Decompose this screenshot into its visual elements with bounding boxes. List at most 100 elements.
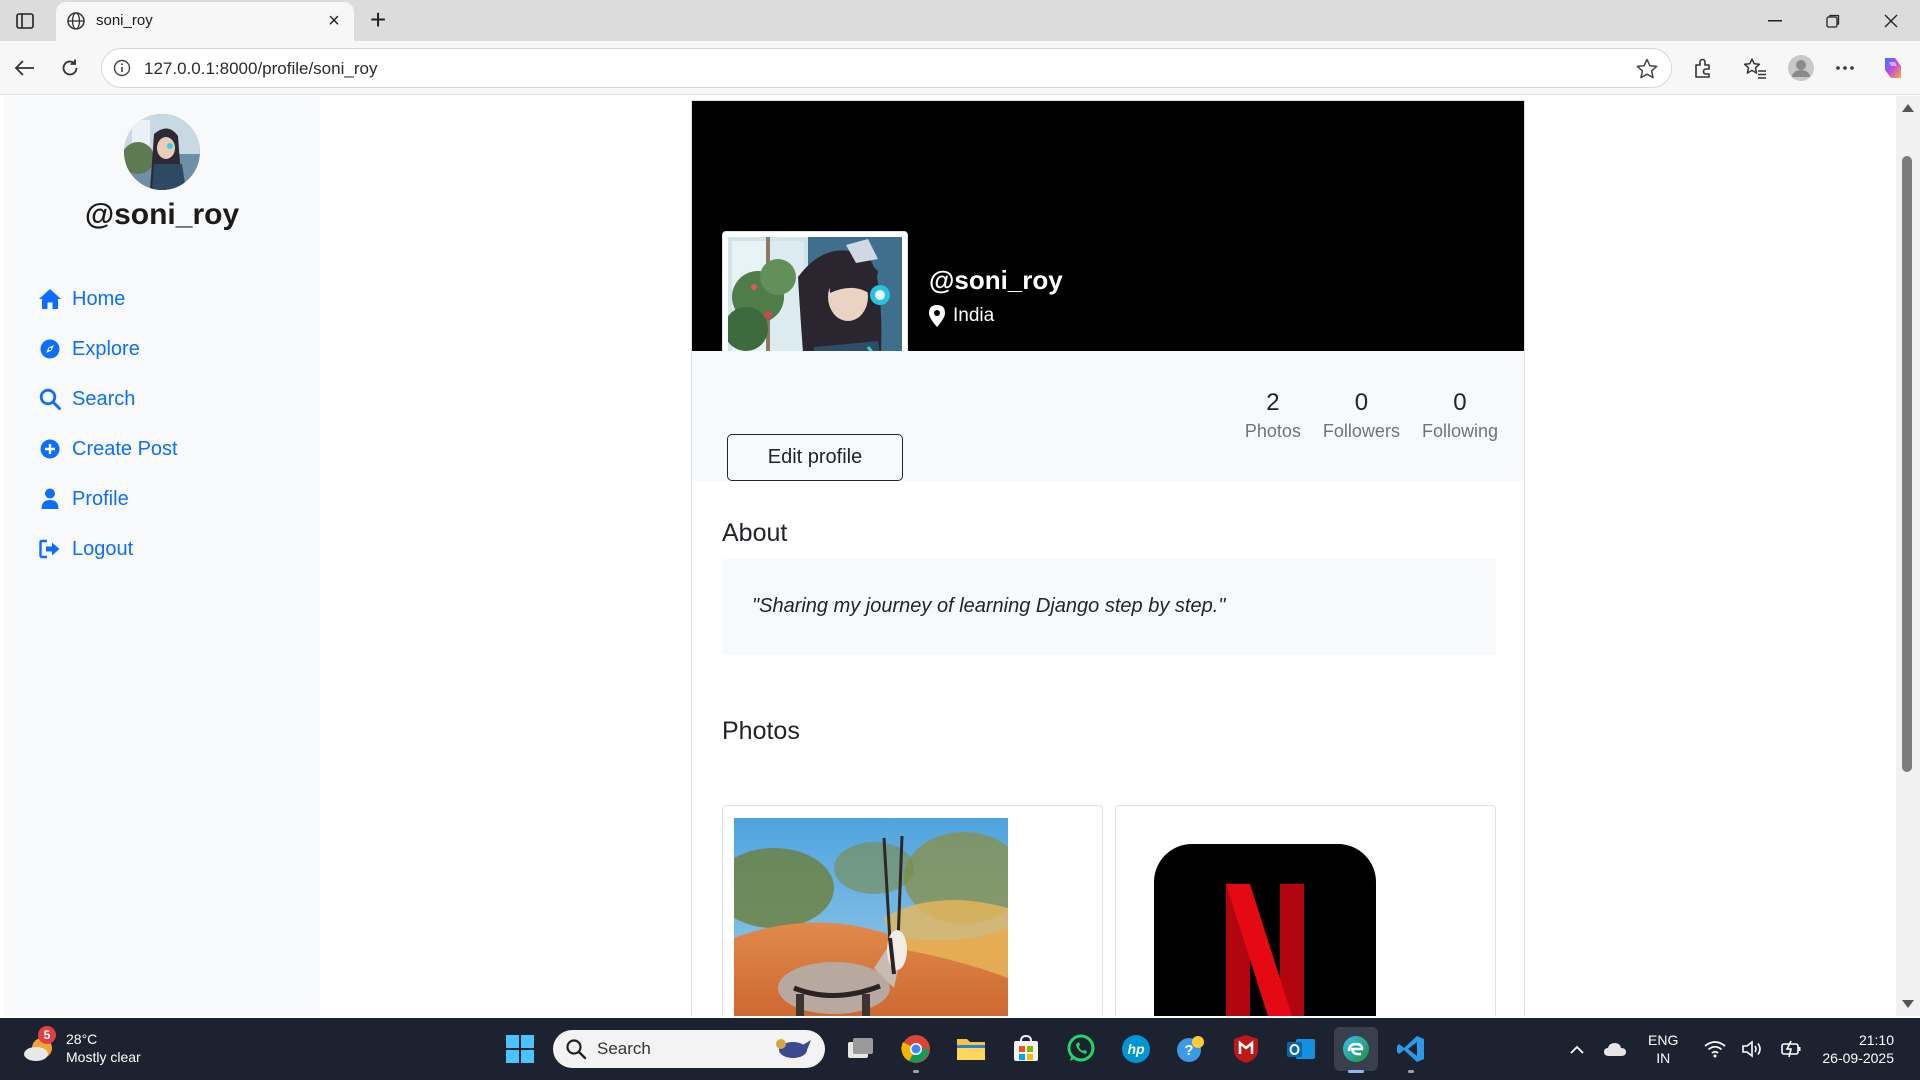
search-icon (38, 387, 62, 411)
close-icon[interactable]: × (324, 10, 344, 32)
clock[interactable]: 21:10 26-09-2025 (1822, 1031, 1894, 1067)
chrome-icon[interactable] (894, 1027, 938, 1073)
running-indicator (913, 1070, 919, 1073)
sidebar-avatar[interactable] (124, 114, 200, 190)
windows-start-icon[interactable] (498, 1027, 542, 1071)
extensions-icon[interactable] (1688, 53, 1718, 83)
compass-icon (38, 337, 62, 361)
site-info-icon[interactable] (113, 59, 131, 77)
taskbar-search-label: Search (597, 1039, 651, 1058)
weather-desc: Mostly clear (66, 1049, 141, 1065)
edge-icon[interactable] (1334, 1027, 1378, 1073)
sidebar-item-label: Home (72, 287, 126, 310)
address-toolbar: 127.0.0.1:8000/profile/soni_roy (0, 41, 1920, 95)
running-indicator (1408, 1070, 1414, 1073)
logout-icon (38, 537, 62, 561)
stat-value: 0 (1453, 389, 1467, 416)
location-text: India (953, 305, 995, 326)
sidebar-item-profile[interactable]: Profile (38, 474, 178, 524)
scrollbar-thumb[interactable] (1902, 156, 1912, 772)
clock-time: 21:10 (1858, 1032, 1894, 1048)
task-view-icon[interactable] (839, 1027, 883, 1071)
photo-thumbnail-netflix[interactable] (1154, 844, 1376, 1016)
bio-text: "Sharing my journey of learning Django s… (752, 595, 1226, 617)
lang-top: ENG (1648, 1032, 1679, 1048)
volume-icon[interactable] (1738, 1034, 1768, 1064)
edit-profile-button[interactable]: Edit profile (727, 434, 903, 481)
microsoft-store-icon[interactable] (1004, 1027, 1048, 1071)
map-pin-icon (929, 305, 947, 327)
wifi-icon[interactable] (1700, 1034, 1730, 1064)
url-text[interactable]: 127.0.0.1:8000/profile/soni_roy (144, 59, 377, 79)
profile-stats: 2 Photos 0 Followers 0 Following (1223, 387, 1498, 442)
sidebar-toggle-icon[interactable] (12, 8, 38, 34)
reload-icon[interactable] (55, 53, 85, 83)
browser-tab[interactable]: soni_roy × (56, 2, 354, 41)
photo-card[interactable] (722, 805, 1103, 1016)
restore-icon[interactable] (1816, 6, 1850, 36)
windows-taskbar: 5 28°C Mostly clear Search hp ? ENG IN 2… (0, 1018, 1920, 1080)
account-avatar-icon[interactable] (1786, 53, 1816, 83)
user-icon (38, 487, 62, 511)
show-hidden-icons-chevron-icon[interactable] (1562, 1034, 1592, 1064)
plus-circle-icon (38, 437, 62, 461)
copilot-icon[interactable] (1878, 53, 1908, 83)
sidebar-item-home[interactable]: Home (38, 274, 178, 324)
bio-box: "Sharing my journey of learning Django s… (722, 559, 1496, 655)
mcafee-icon[interactable] (1224, 1027, 1268, 1071)
sidebar-item-label: Create Post (72, 437, 178, 460)
window-close-icon[interactable] (1874, 6, 1908, 36)
stats-band: Edit profile 2 Photos 0 Followers 0 Foll… (692, 351, 1524, 481)
sidebar-item-create-post[interactable]: Create Post (38, 424, 178, 474)
sidebar: @soni_roy Home Explore Search Create Pos… (4, 96, 320, 1016)
sidebar-item-explore[interactable]: Explore (38, 324, 178, 374)
page-viewport: @soni_roy Home Explore Search Create Pos… (4, 96, 1896, 1016)
weather-widget[interactable]: 5 28°C Mostly clear (22, 1026, 141, 1066)
new-tab-button[interactable]: + (364, 4, 392, 35)
lang-bottom: IN (1656, 1050, 1671, 1066)
onedrive-cloud-icon[interactable] (1600, 1034, 1630, 1064)
stat-followers[interactable]: 0 Followers (1323, 387, 1400, 442)
vertical-scrollbar[interactable] (1896, 96, 1920, 1016)
back-arrow-icon[interactable] (10, 53, 40, 83)
sidebar-item-logout[interactable]: Logout (38, 524, 178, 574)
scroll-up-arrow-icon[interactable] (1902, 104, 1914, 112)
file-explorer-icon[interactable] (949, 1027, 993, 1071)
stat-label: Photos (1244, 421, 1301, 441)
sidebar-item-label: Logout (72, 537, 134, 560)
language-indicator[interactable]: ENG IN (1648, 1031, 1678, 1067)
favorite-star-icon[interactable] (1635, 57, 1659, 81)
vscode-icon[interactable] (1389, 1027, 1433, 1073)
stat-label: Following (1421, 421, 1498, 441)
url-bar[interactable]: 127.0.0.1:8000/profile/soni_roy (101, 48, 1672, 88)
tab-title: soni_roy (96, 12, 153, 29)
taskbar-search-box[interactable]: Search (553, 1030, 825, 1068)
sidebar-item-label: Search (72, 387, 136, 410)
profile-location: India (929, 305, 994, 327)
hp-icon[interactable]: hp (1114, 1027, 1158, 1071)
stat-photos: 2 Photos (1245, 387, 1301, 442)
photo-thumbnail-oryx[interactable] (734, 818, 1008, 1016)
profile-card: @soni_roy India Edit profile 2 Photos 0 … (691, 100, 1525, 1016)
battery-charging-icon[interactable] (1776, 1034, 1806, 1064)
weather-badge: 5 (38, 1026, 56, 1044)
search-highlight-bird-icon (771, 1034, 811, 1064)
favorites-icon[interactable] (1740, 53, 1770, 83)
scroll-down-arrow-icon[interactable] (1902, 1000, 1914, 1008)
stat-value: 0 (1354, 389, 1369, 416)
photo-card[interactable] (1115, 805, 1496, 1016)
more-options-icon[interactable] (1830, 53, 1860, 83)
minimize-icon[interactable] (1758, 6, 1792, 36)
whatsapp-icon[interactable] (1059, 1027, 1103, 1071)
photos-heading: Photos (722, 717, 800, 745)
weather-cloud-icon: 5 (22, 1026, 58, 1066)
browser-tabstrip: soni_roy × + (0, 0, 1920, 41)
sidebar-nav: Home Explore Search Create Post Profile … (38, 274, 178, 574)
outlook-icon[interactable] (1279, 1027, 1323, 1071)
stat-following[interactable]: 0 Following (1422, 387, 1498, 442)
svg-text:?: ? (1184, 1042, 1193, 1059)
sidebar-item-search[interactable]: Search (38, 374, 178, 424)
system-tray: ENG IN 21:10 26-09-2025 (1554, 1018, 1920, 1080)
get-help-icon[interactable]: ? (1169, 1027, 1213, 1071)
search-icon (565, 1038, 587, 1060)
